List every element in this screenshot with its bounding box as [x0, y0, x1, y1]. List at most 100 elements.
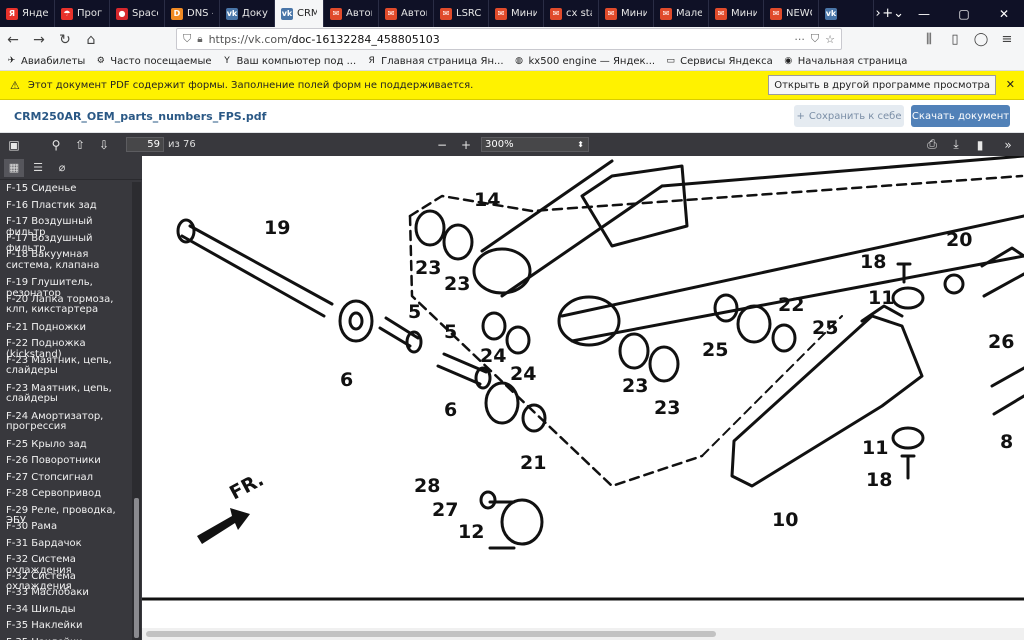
outline-item[interactable]: F-29 Реле, проводка, ЭБУ	[0, 504, 131, 526]
bookmark-item[interactable]: ✈ Авиабилеты	[6, 56, 86, 67]
outline-item[interactable]: F-33 Маслобаки	[0, 586, 131, 603]
outline-item[interactable]: F-20 Лапка тормоза, клп, кикстартера	[0, 293, 131, 321]
outline-item[interactable]: F-28 Сервопривод	[0, 487, 131, 504]
attachments-icon[interactable]: ⌀	[52, 159, 72, 177]
horizontal-scrollbar[interactable]	[142, 628, 1024, 640]
sidebar-scrollbar[interactable]	[132, 182, 141, 640]
browser-tab[interactable]: ✉ cx star	[544, 0, 599, 27]
zoom-select[interactable]: 300% ⬍	[481, 137, 589, 152]
reload-button[interactable]: ↻	[52, 29, 78, 51]
close-window-icon[interactable]: ✕	[984, 0, 1024, 27]
maximize-icon[interactable]: ▢	[944, 0, 984, 27]
zoom-caret-icon: ⬍	[577, 140, 584, 149]
browser-tab[interactable]: ✉ LSRC	[434, 0, 489, 27]
new-tab-button[interactable]: +	[882, 0, 893, 27]
browser-tab[interactable]: Я Яндек	[0, 0, 55, 27]
save-file-icon[interactable]: ⤓	[944, 133, 968, 156]
outline-item[interactable]: F-32 Система охлаждения	[0, 553, 131, 575]
outline-item[interactable]: F-35 Наклейки	[0, 636, 131, 640]
outline-item[interactable]: F-31 Бардачок	[0, 537, 131, 554]
bookmark-item[interactable]: ◍ kx500 engine — Яндек...	[514, 56, 655, 67]
plane-icon: ✈	[7, 56, 16, 66]
outline-item[interactable]: F-30 Рама	[0, 520, 131, 537]
bookmark-item[interactable]: Y Ваш компьютер под ...	[222, 56, 356, 67]
outline-item[interactable]: F-23 Маятник, цепь, слайдеры	[0, 382, 131, 410]
close-notice-icon[interactable]: ✕	[1006, 78, 1015, 91]
tab-title: Мале	[676, 8, 702, 19]
menu-icon[interactable]: ≡	[996, 29, 1018, 49]
page-number-input[interactable]: 59	[126, 137, 164, 152]
part-callout-label: 24	[510, 363, 536, 385]
download-document-button[interactable]: Скачать документ	[911, 105, 1010, 127]
zoom-in-icon[interactable]: +	[454, 133, 478, 156]
outline-item[interactable]: F-32 Система охлаждения	[0, 570, 131, 592]
browser-tab[interactable]: vk CRM	[275, 0, 324, 27]
document-filename[interactable]: CRM250AR_OEM_parts_numbers_FPS.pdf	[14, 110, 266, 123]
outline-item[interactable]: F-21 Подножки	[0, 321, 131, 338]
outline-item[interactable]: F-17 Воздушный фильтр	[0, 232, 131, 254]
save-to-my-docs-button[interactable]: + Сохранить к себе	[794, 105, 904, 127]
forward-button[interactable]: →	[26, 29, 52, 51]
outline-item[interactable]: F-26 Поворотники	[0, 454, 131, 471]
outline-item[interactable]: F-18 Вакуумная система, клапана	[0, 248, 131, 276]
url-text[interactable]: https://vk.com/doc-16132284_458805103	[209, 33, 789, 46]
library-icon[interactable]: ⫼	[918, 29, 940, 49]
outline-icon[interactable]: ☰	[28, 159, 48, 177]
more-actions-icon[interactable]: ···	[794, 33, 805, 46]
sidebar-scroll-thumb[interactable]	[134, 498, 139, 638]
tab-title: LSRC	[456, 8, 482, 19]
thumbnails-icon[interactable]: ▦	[4, 158, 24, 177]
home-button[interactable]: ⌂	[78, 29, 104, 51]
back-button[interactable]: ←	[0, 29, 26, 51]
browser-tab[interactable]: ✉ Мини	[489, 0, 544, 27]
browser-tab[interactable]: ✉ Мале	[654, 0, 709, 27]
minimize-icon[interactable]: —	[904, 0, 944, 27]
next-page-icon[interactable]: ⇩	[92, 133, 116, 156]
outline-item[interactable]: F-17 Воздушный фильтр	[0, 215, 131, 237]
bookmark-item[interactable]: Я Главная страница Ян...	[366, 56, 504, 67]
pdf-page-view[interactable]: FR. 14 19 23 23 5 5 6 6 24 24 22 25 25 23 23 20 18 11 26 21…	[142, 156, 1024, 640]
shield-icon[interactable]: ⛉	[183, 32, 191, 46]
browser-tab[interactable]: vk	[819, 0, 874, 27]
outline-item[interactable]: F-15 Сиденье	[0, 182, 131, 199]
find-search-icon[interactable]: ⚲	[44, 133, 68, 156]
browser-tab[interactable]: ✉ Автом	[324, 0, 379, 27]
lock-icon[interactable]: 🔒︎	[197, 34, 202, 45]
browser-tab[interactable]: ✉ Мини	[709, 0, 764, 27]
pocket-icon[interactable]: ⛉	[811, 32, 819, 46]
browser-tab[interactable]: ✉ Автом	[379, 0, 434, 27]
outline-item[interactable]: F-24 Амортизатор, прогрессия	[0, 410, 131, 438]
outline-item[interactable]: F-22 Подножка (kickstand)	[0, 337, 131, 359]
bookmark-item[interactable]: ⚙ Часто посещаемые	[95, 56, 212, 67]
tab-scroll-right-icon[interactable]: ›	[874, 0, 882, 27]
tab-list-chevron-down-icon[interactable]: ⌄	[893, 0, 904, 27]
bookmark-item[interactable]: ◉ Начальная страница	[783, 56, 907, 67]
outline-item[interactable]: F-23 Маятник, цепь, слайдеры	[0, 354, 131, 382]
browser-tab[interactable]: ✉ NEWC	[764, 0, 819, 27]
open-in-other-viewer-button[interactable]: Открыть в другой программе просмотра	[768, 75, 996, 95]
browser-tab[interactable]: ✉ Мини	[599, 0, 654, 27]
outline-item[interactable]: F-34 Шильды	[0, 603, 131, 620]
bookmark-view-icon[interactable]: ▮	[968, 133, 992, 156]
browser-tab[interactable]: ☂ Прогн	[55, 0, 110, 27]
outline-item[interactable]: F-35 Наклейки	[0, 619, 131, 636]
outline-item[interactable]: F-19 Глушитель, резонатор	[0, 276, 131, 298]
outline-item[interactable]: F-25 Крыло зад	[0, 438, 131, 455]
browser-tab[interactable]: ● Space	[110, 0, 165, 27]
sidebar-toggle-icon[interactable]: ▯	[944, 29, 966, 49]
address-bar[interactable]: ⛉ 🔒︎ https://vk.com/doc-16132284_4588051…	[176, 28, 842, 50]
bearing-23-b	[442, 223, 474, 261]
bookmark-star-icon[interactable]: ☆	[825, 33, 835, 46]
outline-item[interactable]: F-27 Стопсигнал	[0, 471, 131, 488]
browser-tab[interactable]: D DNS –	[165, 0, 220, 27]
browser-tab[interactable]: vk Доку	[220, 0, 275, 27]
outline-item[interactable]: F-16 Пластик зад	[0, 199, 131, 216]
zoom-out-icon[interactable]: −	[430, 133, 454, 156]
account-icon[interactable]: ◯	[970, 29, 992, 49]
horizontal-scroll-thumb[interactable]	[146, 631, 716, 637]
previous-page-icon[interactable]: ⇧	[68, 133, 92, 156]
bookmark-item[interactable]: ▭ Сервисы Яндекса	[665, 56, 772, 67]
tools-menu-icon[interactable]: »	[996, 133, 1020, 156]
toggle-sidebar-icon[interactable]: ▣	[2, 133, 26, 156]
print-icon[interactable]: ⎙	[920, 133, 944, 156]
